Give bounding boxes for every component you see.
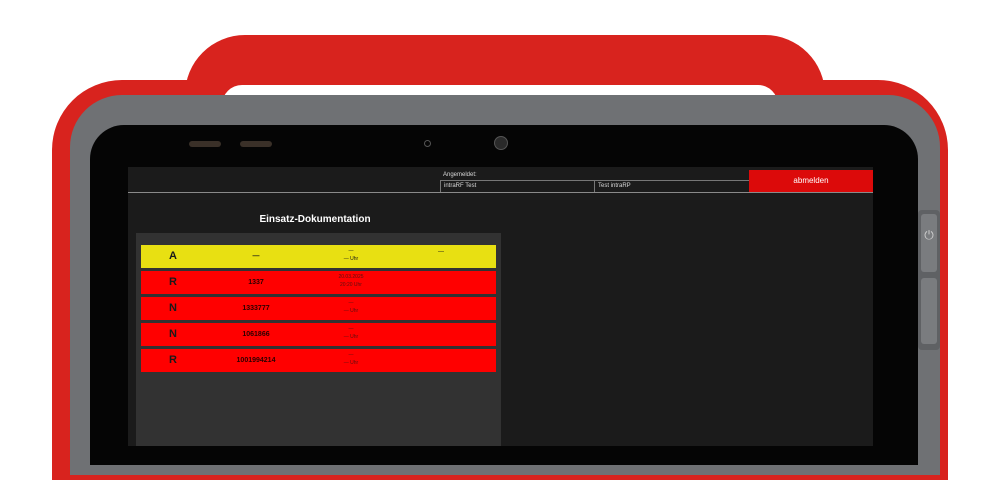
front-camera-icon xyxy=(494,136,508,150)
record-time: — — Uhr xyxy=(311,247,391,263)
record-time-date: 20.03.2025 xyxy=(338,274,364,280)
login-role-cell: Test intraRP xyxy=(598,183,631,189)
logout-button[interactable]: abmelden xyxy=(749,170,873,192)
power-button[interactable] xyxy=(921,214,937,272)
record-number: 1337 xyxy=(248,279,264,286)
record-type: N xyxy=(169,328,177,340)
record-number: 1061866 xyxy=(242,331,270,338)
top-bar: Angemeldet: intraRF Test Test intraRP ab… xyxy=(128,167,873,193)
logged-in-label: Angemeldet: xyxy=(443,172,477,178)
record-type: A xyxy=(169,250,177,262)
record-time-date: — xyxy=(348,326,354,332)
record-row[interactable]: R 1337 20.03.2025 20:20 Uhr xyxy=(141,271,496,294)
power-icon: ⏻ xyxy=(924,228,934,242)
app-screen: Angemeldet: intraRF Test Test intraRP ab… xyxy=(128,167,873,446)
record-type: R xyxy=(169,354,177,366)
record-number: 1001994214 xyxy=(236,357,276,364)
record-time-date: — xyxy=(348,300,354,306)
record-time: — — Uhr xyxy=(311,325,391,341)
page-title: Einsatz-Dokumentation xyxy=(259,214,371,225)
record-row[interactable]: A — — — Uhr — xyxy=(141,245,496,268)
record-time-clock: — Uhr xyxy=(343,334,359,340)
record-time-clock: 20:20 Uhr xyxy=(340,282,362,288)
light-sensor xyxy=(424,140,431,147)
record-row[interactable]: N 1333777 — — Uhr xyxy=(141,297,496,320)
speaker-grille-left xyxy=(189,141,221,147)
record-type: R xyxy=(169,276,177,288)
record-time: — — Uhr xyxy=(311,351,391,367)
record-time-date: — xyxy=(348,352,354,358)
side-button-lower[interactable] xyxy=(921,278,937,344)
record-number: 1333777 xyxy=(242,305,270,312)
records-panel: A — — — Uhr — R 1337 20.03.2025 20:20 Uh… xyxy=(136,233,501,446)
login-user-cell: intraRF Test xyxy=(441,181,595,192)
record-row[interactable]: R 1001994214 — — Uhr xyxy=(141,349,496,372)
record-type: N xyxy=(169,302,177,314)
login-info-table: intraRF Test Test intraRP xyxy=(440,180,749,192)
record-row[interactable]: N 1061866 — — Uhr xyxy=(141,323,496,346)
record-time-clock: — Uhr xyxy=(343,308,359,314)
record-time: 20.03.2025 20:20 Uhr xyxy=(311,273,391,289)
record-time-clock: — Uhr xyxy=(343,360,359,366)
record-time: — — Uhr xyxy=(311,299,391,315)
record-extra: — xyxy=(438,249,444,255)
record-number: — xyxy=(252,253,260,260)
speaker-grille-right xyxy=(240,141,272,147)
record-time-clock: — Uhr xyxy=(343,256,359,262)
record-time-date: — xyxy=(348,248,354,254)
